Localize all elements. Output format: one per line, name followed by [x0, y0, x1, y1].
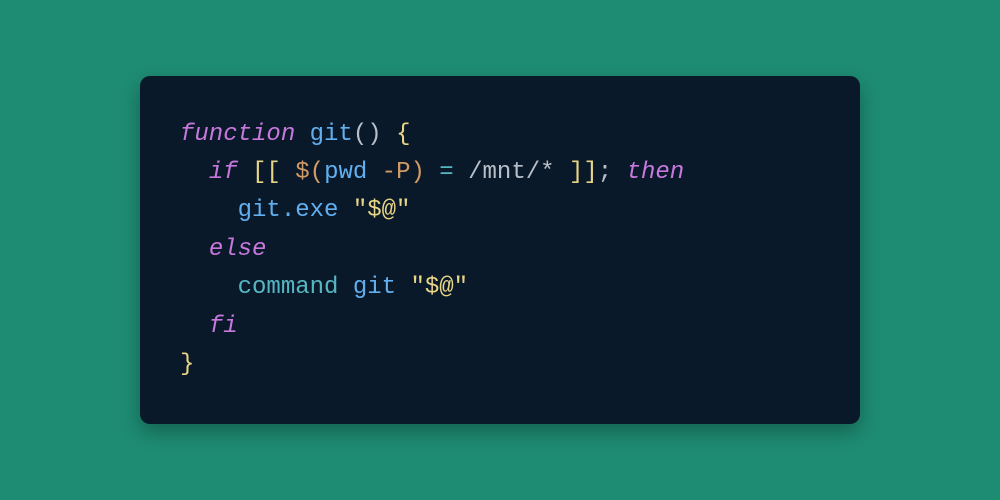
keyword-if: if [209, 159, 238, 186]
parentheses: () [353, 121, 382, 148]
git-exe: git.exe [238, 197, 339, 224]
keyword-else: else [209, 236, 267, 263]
keyword-fi: fi [209, 313, 238, 340]
path-mnt: /mnt/* [468, 159, 554, 186]
dollar-paren: $( [295, 159, 324, 186]
close-paren: ) [411, 159, 425, 186]
function-name: git [310, 121, 353, 148]
code-content: function git() { if [[ $(pwd -P) = /mnt/… [180, 116, 810, 385]
semicolon: ; [598, 159, 612, 186]
flag-p: -P [367, 159, 410, 186]
builtin-command: command [238, 274, 339, 301]
arg-dollar-at-1: "$@" [353, 197, 411, 224]
code-block: function git() { if [[ $(pwd -P) = /mnt/… [140, 76, 860, 425]
arg-dollar-at-2: "$@" [410, 274, 468, 301]
cmd-pwd: pwd [324, 159, 367, 186]
bracket-close: ]] [555, 159, 598, 186]
keyword-function: function [180, 121, 295, 148]
brace-open: { [396, 121, 410, 148]
keyword-then: then [627, 159, 685, 186]
brace-close: } [180, 351, 194, 378]
cmd-git: git [353, 274, 396, 301]
bracket-open: [[ [252, 159, 295, 186]
operator-eq: = [425, 159, 468, 186]
